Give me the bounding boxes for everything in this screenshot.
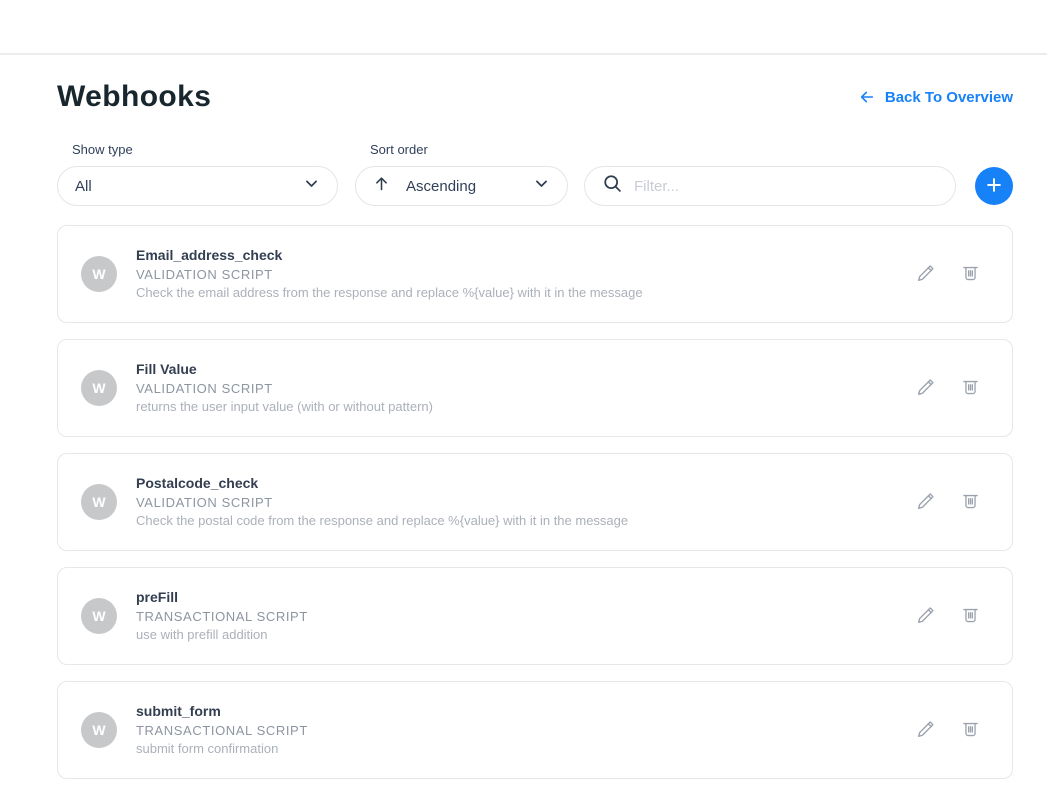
arrow-up-icon bbox=[373, 174, 390, 198]
edit-webhook-button[interactable] bbox=[915, 604, 937, 629]
webhook-description: Check the postal code from the response … bbox=[136, 512, 628, 529]
webhook-type: VALIDATION SCRIPT bbox=[136, 380, 433, 397]
delete-webhook-button[interactable] bbox=[960, 490, 981, 515]
trash-icon bbox=[960, 718, 981, 743]
webhook-card: W Postalcode_check VALIDATION SCRIPT Che… bbox=[57, 453, 1013, 551]
edit-webhook-button[interactable] bbox=[915, 718, 937, 743]
show-type-select[interactable]: All bbox=[57, 166, 338, 206]
webhook-name: submit_form bbox=[136, 703, 308, 720]
webhook-name: Postalcode_check bbox=[136, 475, 628, 492]
plus-icon bbox=[984, 175, 1004, 198]
trash-icon bbox=[960, 262, 981, 287]
pencil-icon bbox=[915, 490, 937, 515]
webhook-card: W Fill Value VALIDATION SCRIPT returns t… bbox=[57, 339, 1013, 437]
edit-webhook-button[interactable] bbox=[915, 490, 937, 515]
webhook-description: submit form confirmation bbox=[136, 740, 308, 757]
webhook-info: submit_form TRANSACTIONAL SCRIPT submit … bbox=[136, 703, 308, 757]
webhook-type: TRANSACTIONAL SCRIPT bbox=[136, 722, 308, 739]
page-title: Webhooks bbox=[57, 80, 211, 114]
delete-webhook-button[interactable] bbox=[960, 262, 981, 287]
webhook-actions bbox=[915, 490, 981, 515]
trash-icon bbox=[960, 604, 981, 629]
webhook-actions bbox=[915, 376, 981, 401]
filter-input[interactable] bbox=[634, 178, 938, 195]
webhook-info: Fill Value VALIDATION SCRIPT returns the… bbox=[136, 361, 433, 415]
webhook-name: Email_address_check bbox=[136, 247, 643, 264]
edit-webhook-button[interactable] bbox=[915, 262, 937, 287]
webhooks-page: Webhooks Back To Overview Show type All bbox=[0, 55, 1047, 779]
webhook-actions bbox=[915, 604, 981, 629]
list-controls: Show type All Sort order Ascending bbox=[57, 142, 1013, 206]
webhook-avatar: W bbox=[81, 712, 117, 748]
search-icon bbox=[602, 173, 623, 199]
page-header: Webhooks Back To Overview bbox=[57, 80, 1013, 114]
trash-icon bbox=[960, 376, 981, 401]
webhook-actions bbox=[915, 262, 981, 287]
webhook-info: Email_address_check VALIDATION SCRIPT Ch… bbox=[136, 247, 643, 301]
pencil-icon bbox=[915, 604, 937, 629]
delete-webhook-button[interactable] bbox=[960, 718, 981, 743]
webhook-description: use with prefill addition bbox=[136, 626, 308, 643]
webhook-avatar: W bbox=[81, 370, 117, 406]
show-type-group: Show type All bbox=[57, 142, 338, 206]
webhook-avatar: W bbox=[81, 484, 117, 520]
edit-webhook-button[interactable] bbox=[915, 376, 937, 401]
webhook-card: W submit_form TRANSACTIONAL SCRIPT submi… bbox=[57, 681, 1013, 779]
webhook-name: Fill Value bbox=[136, 361, 433, 378]
add-webhook-button[interactable] bbox=[975, 167, 1013, 205]
pencil-icon bbox=[915, 376, 937, 401]
webhook-avatar: W bbox=[81, 598, 117, 634]
webhook-type: VALIDATION SCRIPT bbox=[136, 494, 628, 511]
webhook-card: W preFill TRANSACTIONAL SCRIPT use with … bbox=[57, 567, 1013, 665]
chevron-down-icon bbox=[533, 175, 550, 197]
webhook-name: preFill bbox=[136, 589, 308, 606]
chevron-down-icon bbox=[303, 175, 320, 197]
delete-webhook-button[interactable] bbox=[960, 376, 981, 401]
top-bar bbox=[0, 0, 1047, 55]
sort-order-group: Sort order Ascending bbox=[355, 142, 568, 206]
webhook-avatar: W bbox=[81, 256, 117, 292]
show-type-label: Show type bbox=[72, 142, 338, 157]
back-link-label: Back To Overview bbox=[885, 89, 1013, 106]
webhook-list: W Email_address_check VALIDATION SCRIPT … bbox=[57, 225, 1013, 779]
sort-order-select[interactable]: Ascending bbox=[355, 166, 568, 206]
sort-order-label: Sort order bbox=[370, 142, 568, 157]
pencil-icon bbox=[915, 262, 937, 287]
filter-field[interactable] bbox=[584, 166, 956, 206]
webhook-description: Check the email address from the respons… bbox=[136, 284, 643, 301]
webhook-info: preFill TRANSACTIONAL SCRIPT use with pr… bbox=[136, 589, 308, 643]
webhook-type: TRANSACTIONAL SCRIPT bbox=[136, 608, 308, 625]
show-type-value: All bbox=[75, 178, 92, 195]
back-to-overview-link[interactable]: Back To Overview bbox=[858, 89, 1013, 106]
back-arrow-icon bbox=[858, 89, 876, 105]
webhook-description: returns the user input value (with or wi… bbox=[136, 398, 433, 415]
webhook-type: VALIDATION SCRIPT bbox=[136, 266, 643, 283]
trash-icon bbox=[960, 490, 981, 515]
sort-order-value: Ascending bbox=[406, 178, 476, 195]
webhook-actions bbox=[915, 718, 981, 743]
webhook-info: Postalcode_check VALIDATION SCRIPT Check… bbox=[136, 475, 628, 529]
pencil-icon bbox=[915, 718, 937, 743]
delete-webhook-button[interactable] bbox=[960, 604, 981, 629]
webhook-card: W Email_address_check VALIDATION SCRIPT … bbox=[57, 225, 1013, 323]
